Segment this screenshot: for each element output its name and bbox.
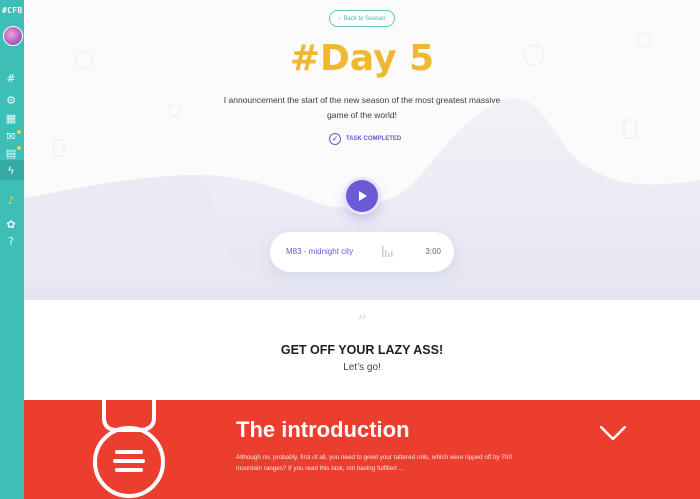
page-title: #Day 5 bbox=[289, 38, 435, 79]
track-duration: 3:00 bbox=[425, 247, 441, 256]
bookmark-icon[interactable]: ▤ bbox=[4, 146, 18, 160]
notification-dot bbox=[17, 146, 21, 150]
gift-icon[interactable]: ✿ bbox=[4, 217, 18, 231]
help-icon[interactable]: ? bbox=[4, 234, 18, 248]
introduction-text: Although no, probably, first of all, you… bbox=[236, 454, 512, 472]
quote-mark-icon: ” bbox=[357, 312, 367, 333]
settings-icon[interactable]: ⚙ bbox=[4, 93, 18, 107]
chat-icon[interactable]: ✉ bbox=[4, 129, 18, 143]
audio-player: M83 - midnight city 3:00 bbox=[270, 232, 454, 272]
play-button[interactable] bbox=[346, 180, 378, 212]
quote-subheading: Let’s go! bbox=[343, 362, 381, 373]
page-description: I announcement the start of the new seas… bbox=[223, 95, 501, 120]
play-icon bbox=[359, 191, 367, 201]
notification-dot bbox=[17, 130, 21, 134]
bell-icon[interactable]: ♪ bbox=[4, 193, 18, 207]
task-status-badge: ✓ TASK COMPLETED bbox=[329, 133, 401, 145]
chevron-left-icon: ‹ bbox=[338, 15, 341, 22]
back-to-season-button[interactable]: ‹ Back to Season bbox=[329, 10, 395, 27]
sidebar: #CFB # ⚙ ▦ ✉ ▤ ϟ ♪ ✿ ? bbox=[0, 0, 24, 499]
calendar-icon[interactable]: ▦ bbox=[4, 111, 18, 125]
track-title: M83 - midnight city bbox=[286, 247, 354, 256]
quote-heading: GET OFF YOUR LAZY ASS! bbox=[280, 343, 444, 357]
lightning-icon[interactable]: ϟ bbox=[4, 163, 18, 177]
kettlebell-icon bbox=[93, 400, 165, 498]
avatar[interactable] bbox=[3, 26, 23, 46]
introduction-section[interactable]: The introduction Although no, probably, … bbox=[24, 400, 700, 499]
check-circle-icon: ✓ bbox=[329, 133, 341, 145]
main-content: ‹ Back to Season #Day 5 I announcement t… bbox=[24, 0, 700, 499]
task-status-label: TASK COMPLETED bbox=[346, 136, 402, 142]
app-logo[interactable]: #CFB bbox=[2, 6, 24, 15]
chevron-down-icon[interactable] bbox=[600, 426, 626, 440]
hashtag-icon[interactable]: # bbox=[4, 71, 18, 85]
equalizer-icon bbox=[382, 246, 393, 257]
introduction-title: The introduction bbox=[236, 417, 410, 442]
back-button-label: Back to Season bbox=[343, 15, 386, 22]
